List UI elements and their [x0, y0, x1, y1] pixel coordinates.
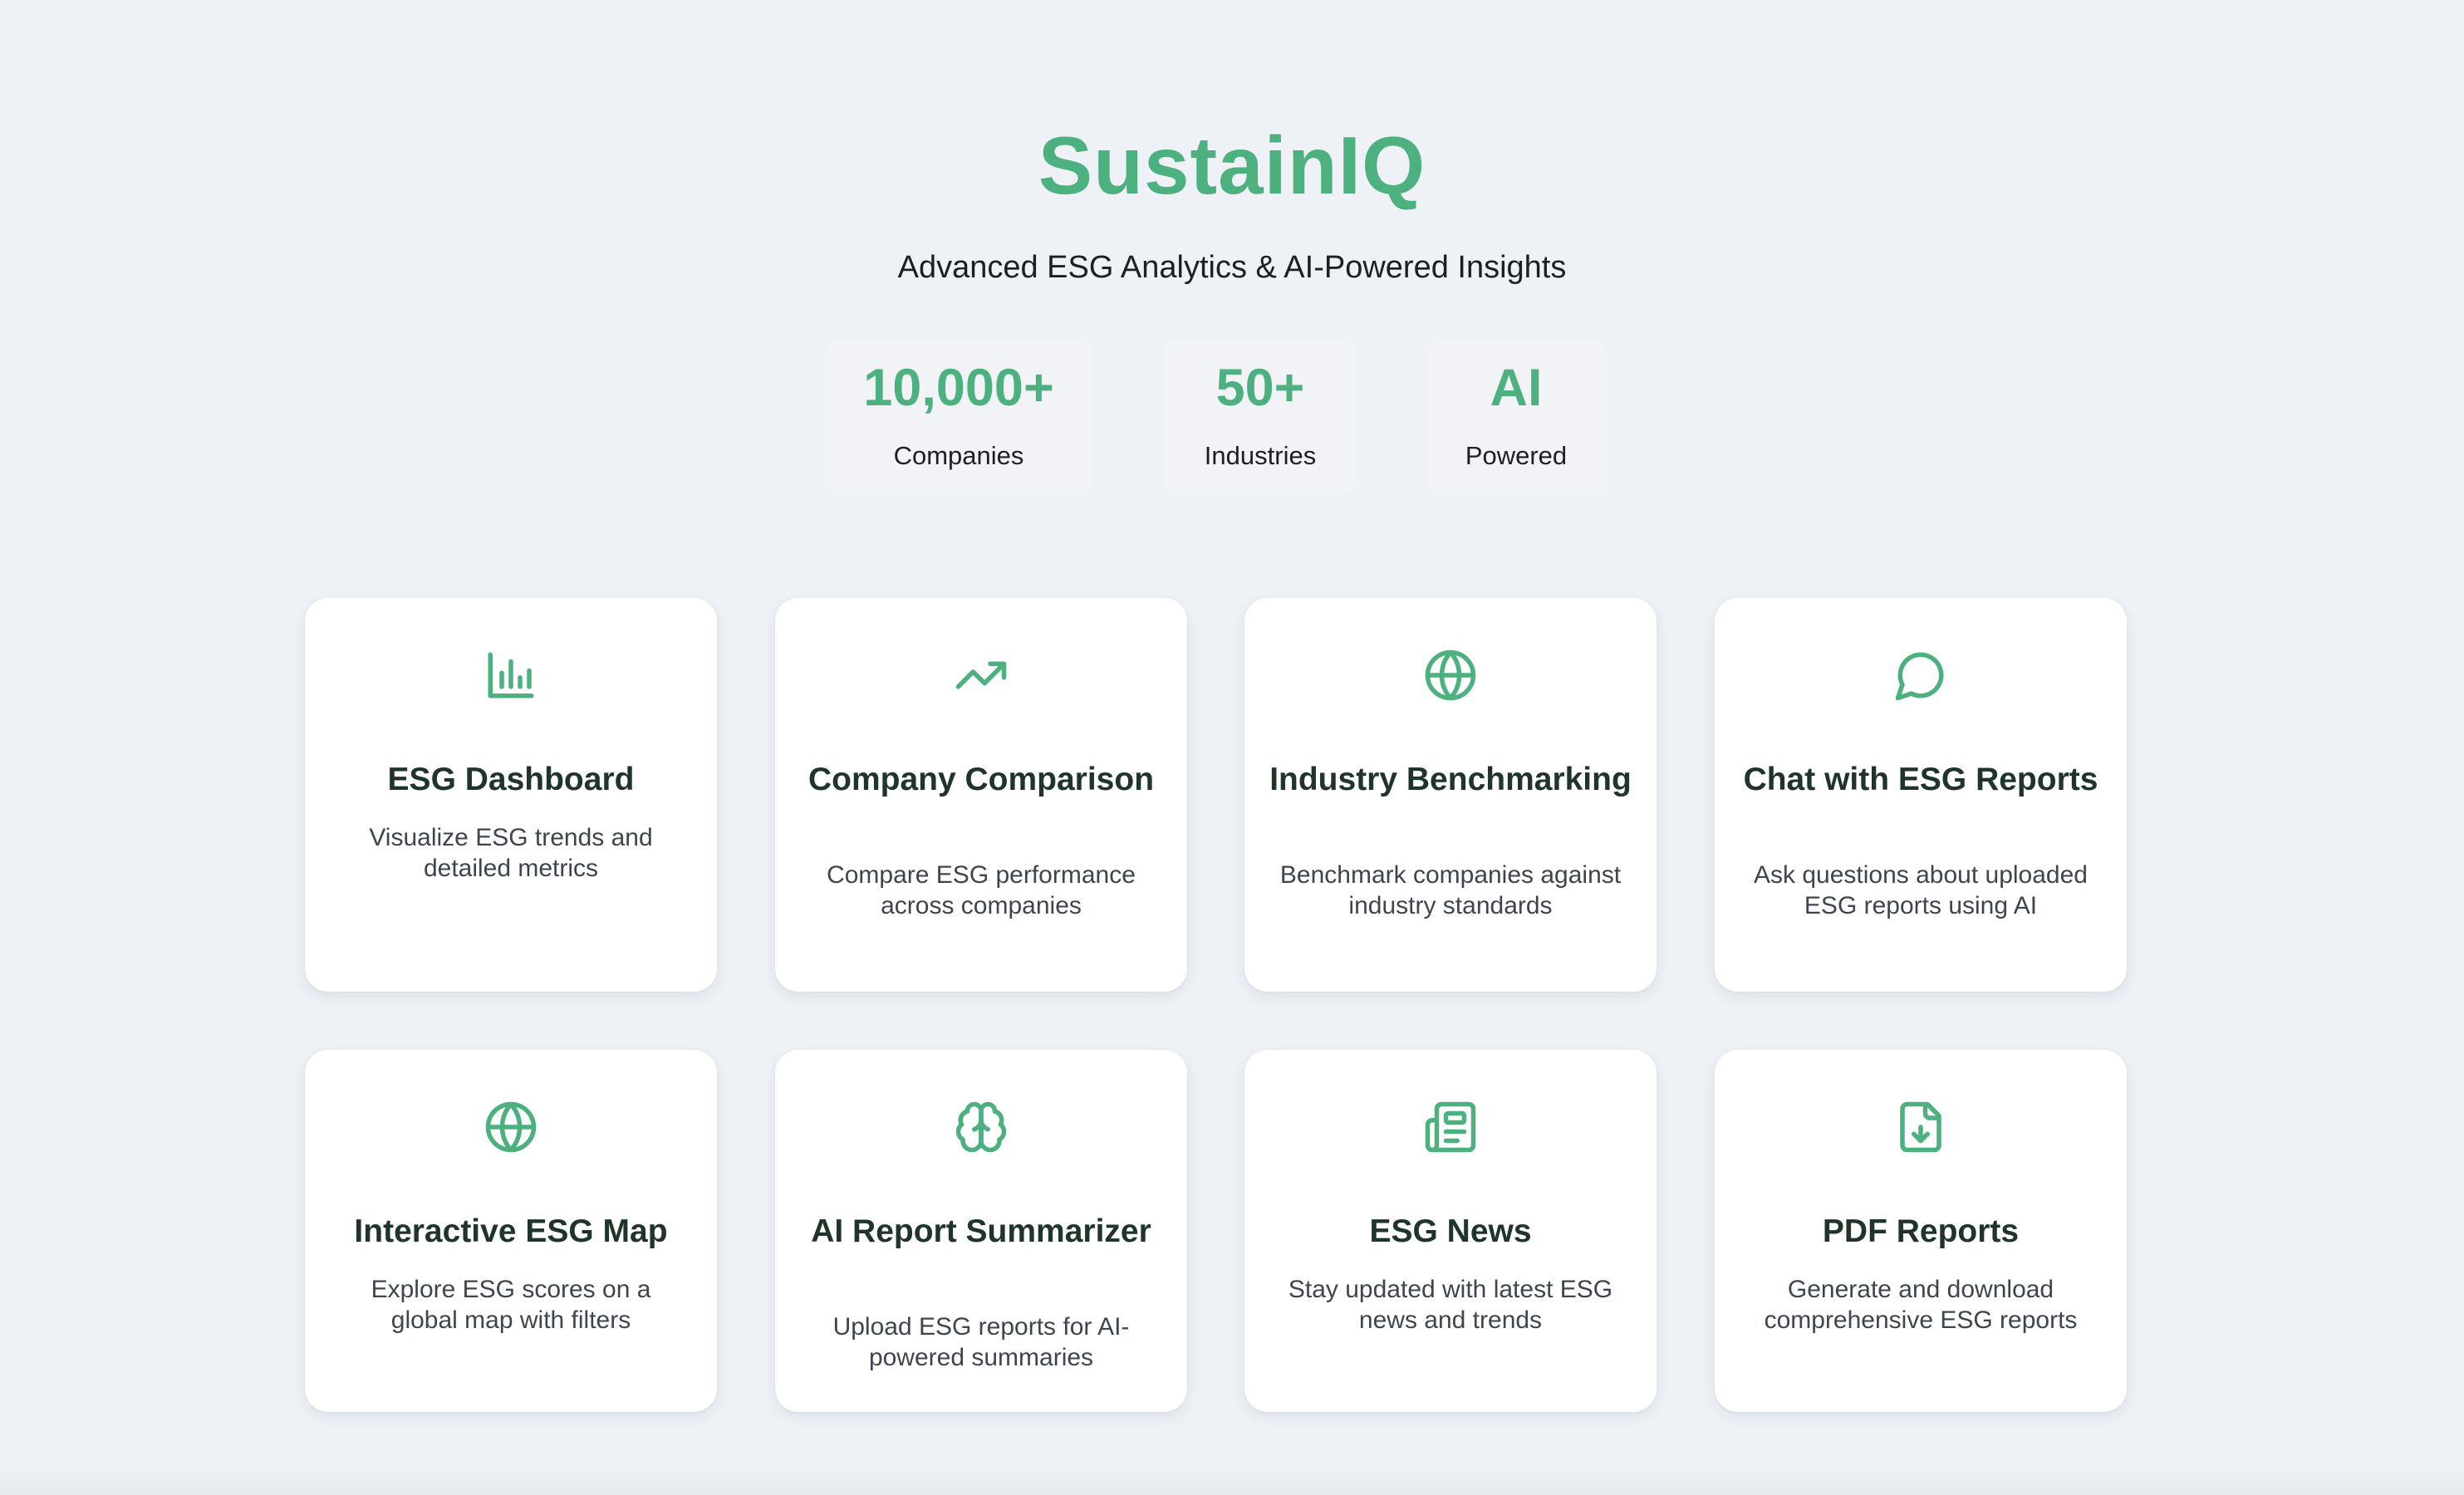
stat-label: Companies [893, 441, 1024, 470]
stat-label: Industries [1204, 441, 1317, 470]
card-description: Benchmark companies against industry sta… [1279, 861, 1622, 919]
stat-value: 50+ [1215, 359, 1305, 417]
card-description: Visualize ESG trends and detailed metric… [369, 824, 653, 882]
card-title: Interactive ESG Map [354, 1213, 668, 1249]
globe-icon [1423, 648, 1478, 703]
card-title: Industry Benchmarking [1269, 762, 1632, 797]
feature-card-chat-esg-reports[interactable]: Chat with ESG Reports Ask questions abou… [1715, 598, 2127, 992]
card-title: ESG Dashboard [387, 762, 635, 797]
card-description: Compare ESG performance across companies [827, 861, 1136, 919]
chat-bubble-icon [1893, 648, 1948, 703]
feature-card-pdf-reports[interactable]: PDF Reports Generate and download compre… [1715, 1050, 2127, 1412]
page-bottom-shade [0, 1470, 2464, 1495]
brain-icon [954, 1100, 1009, 1154]
stat-industries: 50+ Industries [1163, 339, 1357, 495]
feature-card-esg-news[interactable]: ESG News Stay updated with latest ESG ne… [1244, 1050, 1657, 1412]
card-title: Company Comparison [807, 762, 1155, 797]
brand-title: SustainIQ [1038, 120, 1426, 211]
stat-ai-powered: AI Powered [1426, 339, 1607, 495]
card-description: Ask questions about uploaded ESG reports… [1754, 861, 2088, 919]
feature-card-company-comparison[interactable]: Company Comparison Compare ESG performan… [775, 598, 1187, 992]
file-download-icon [1893, 1100, 1948, 1154]
card-title: Chat with ESG Reports [1743, 762, 2098, 797]
card-title: PDF Reports [1822, 1213, 2020, 1249]
bar-chart-icon [483, 648, 538, 703]
card-description: Explore ESG scores on a global map with … [371, 1276, 651, 1334]
stat-value: 10,000+ [863, 359, 1054, 417]
newspaper-icon [1423, 1100, 1478, 1154]
card-description: Generate and download comprehensive ESG … [1764, 1276, 2078, 1334]
feature-card-interactive-esg-map[interactable]: Interactive ESG Map Explore ESG scores o… [305, 1050, 717, 1412]
tagline: Advanced ESG Analytics & AI-Powered Insi… [897, 250, 1567, 285]
card-description: Stay updated with latest ESG news and tr… [1288, 1276, 1613, 1334]
card-description: Upload ESG reports for AI-powered summar… [832, 1313, 1130, 1371]
stat-companies: 10,000+ Companies [824, 339, 1093, 495]
trending-up-icon [954, 648, 1009, 703]
card-title: ESG News [1369, 1213, 1532, 1249]
stat-value: AI [1490, 359, 1543, 417]
feature-card-industry-benchmarking[interactable]: Industry Benchmarking Benchmark companie… [1244, 598, 1657, 992]
globe-icon [483, 1100, 538, 1154]
stat-label: Powered [1465, 441, 1568, 470]
feature-card-ai-report-summarizer[interactable]: AI Report Summarizer Upload ESG reports … [775, 1050, 1187, 1412]
feature-card-esg-dashboard[interactable]: ESG Dashboard Visualize ESG trends and d… [305, 598, 717, 992]
card-title: AI Report Summarizer [811, 1213, 1151, 1249]
